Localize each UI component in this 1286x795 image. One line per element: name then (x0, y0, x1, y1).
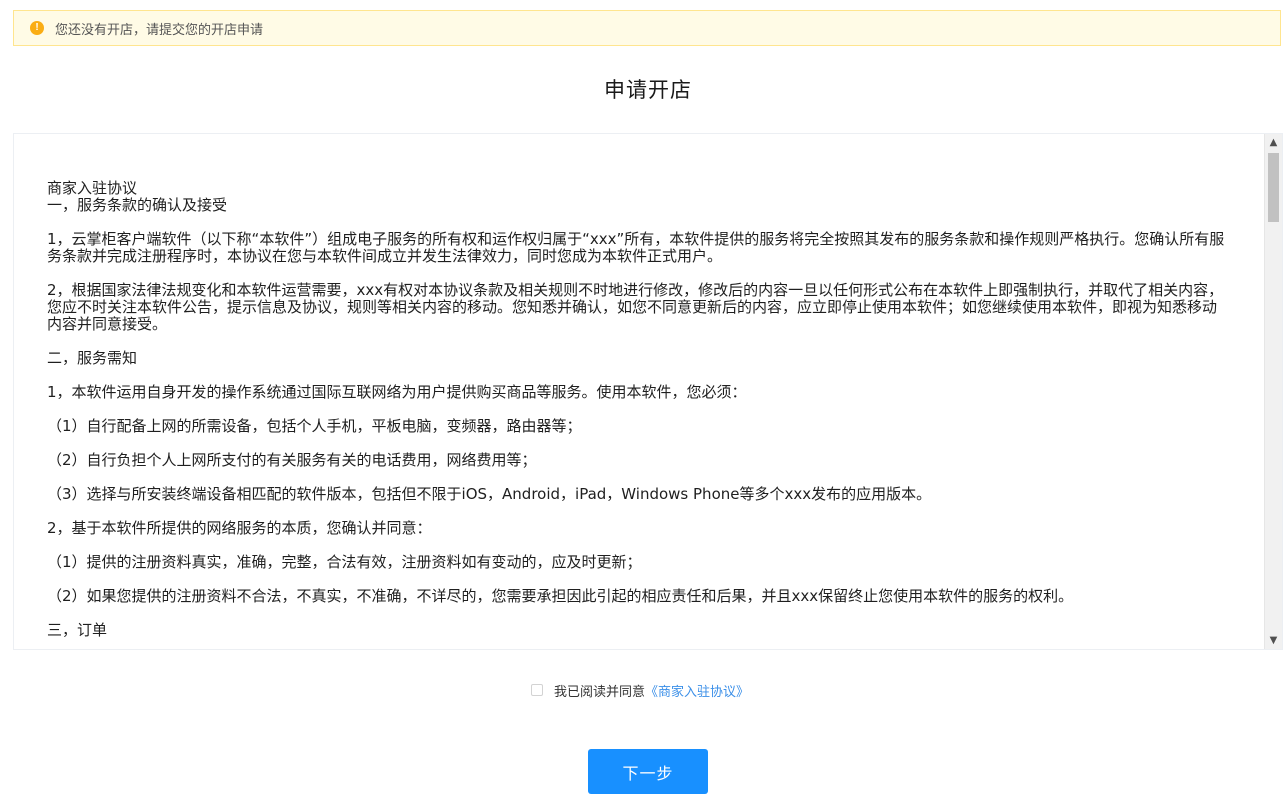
agreement-list-item: （1）自行配备上网的所需设备，包括个人手机，平板电脑，变频器，路由器等； (47, 417, 582, 435)
agreement-list-item: （2）如果您提供的注册资料不合法，不真实，不准确，不详尽的，您需要承担因此引起的… (47, 587, 1074, 605)
agreement-paragraph: 2，基于本软件所提供的网络服务的本质，您确认并同意： (47, 519, 432, 537)
agree-row: 我已阅读并同意 《商家入驻协议》 (531, 681, 749, 700)
exclamation-circle-icon: ! (30, 21, 44, 35)
alert-banner: ! 您还没有开店，请提交您的开店申请 (13, 10, 1281, 46)
agreement-scrollbar[interactable]: ▲ ▼ (1264, 134, 1282, 649)
agreement-content: 商家入驻协议 一，服务条款的确认及接受 1，云掌柜客户端软件（以下称“本软件”）… (14, 134, 1264, 649)
scrollbar-thumb[interactable] (1268, 153, 1279, 222)
next-button[interactable]: 下一步 (588, 749, 708, 794)
agreement-section-heading: 三，订单 (47, 621, 108, 639)
agree-label: 我已阅读并同意 (554, 684, 646, 700)
chevron-down-icon[interactable]: ▼ (1265, 632, 1282, 649)
agreement-box[interactable]: 商家入驻协议 一，服务条款的确认及接受 1，云掌柜客户端软件（以下称“本软件”）… (13, 133, 1283, 650)
agreement-list-item: （1）提供的注册资料真实，准确，完整，合法有效，注册资料如有变动的，应及时更新； (47, 553, 642, 571)
agreement-paragraph: 2，根据国家法律法规变化和本软件运营需要，xxx有权对本协议条款及相关规则不时地… (47, 281, 1224, 333)
agreement-list-item: （3）选择与所安装终端设备相匹配的软件版本，包括但不限于iOS，Android，… (47, 485, 932, 503)
page-title: 申请开店 (604, 78, 692, 102)
alert-text: 您还没有开店，请提交您的开店申请 (55, 22, 264, 38)
agreement-section-heading: 二，服务需知 (47, 349, 138, 367)
agreement-doc-title: 商家入驻协议 (47, 179, 138, 197)
agreement-paragraph: 1，本软件运用自身开发的操作系统通过国际互联网络为用户提供购买商品等服务。使用本… (47, 383, 747, 401)
agreement-paragraph: 1，云掌柜客户端软件（以下称“本软件”）组成电子服务的所有权和运作权归属于“xx… (47, 230, 1225, 265)
agreement-section-heading: 一，服务条款的确认及接受 (47, 196, 228, 214)
chevron-up-icon[interactable]: ▲ (1265, 134, 1282, 151)
agree-checkbox[interactable] (531, 684, 543, 696)
agreement-list-item: （2）自行负担个人上网所支付的有关服务有关的电话费用，网络费用等； (47, 451, 537, 469)
agreement-link[interactable]: 《商家入驻协议》 (645, 681, 749, 700)
